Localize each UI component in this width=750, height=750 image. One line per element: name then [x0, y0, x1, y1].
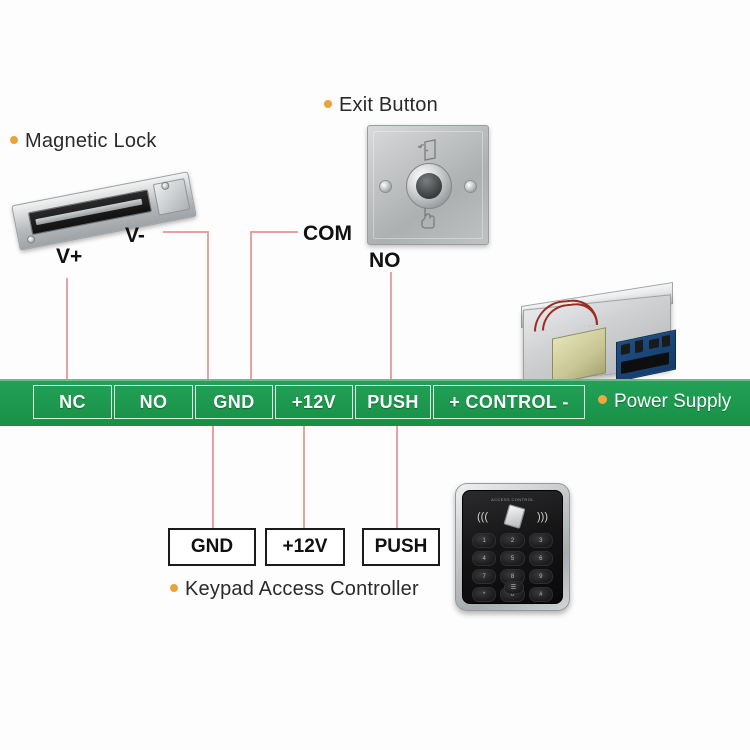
keypad-brand-text: ACCESS CONTROL [491, 497, 534, 502]
keypad-key[interactable]: 9 [528, 569, 553, 584]
keypad-key[interactable]: 2 [500, 533, 525, 548]
bullet-icon [598, 395, 607, 405]
wire-com-to-12v [250, 231, 252, 382]
terminal-strip: NC NO GND +12V PUSH + CONTROL - Power Su… [0, 379, 750, 426]
hand-press-icon [417, 206, 439, 235]
circuit-board [616, 329, 676, 383]
keypad-key[interactable]: 6 [528, 551, 553, 566]
terminal-push[interactable]: PUSH [355, 385, 431, 419]
pcb-component [662, 334, 670, 348]
power-supply-caption: Power Supply [598, 391, 731, 413]
rfid-wave-left-icon: ((( [477, 511, 488, 523]
keypad-key[interactable]: * [472, 587, 497, 602]
rfid-card-icon [502, 504, 526, 529]
wire-no-to-push [390, 272, 392, 382]
label-no: NO [369, 249, 401, 272]
keypad-access-controller-image: ACCESS CONTROL ((( ))) 1 2 3 4 5 6 7 8 9… [455, 483, 570, 611]
wiring-diagram-canvas: Magnetic Lock V+ V- Exit Button COM NO N… [0, 0, 750, 750]
wire-strip-gnd-to-keypad [212, 424, 214, 530]
wire-vplus-to-nc [66, 278, 68, 382]
exit-button-caption: Exit Button [324, 94, 438, 117]
exit-button-knob[interactable] [406, 163, 452, 209]
magnetic-lock-endcap [152, 178, 191, 216]
pcb-terminal-block [621, 352, 669, 375]
exit-button-screw-left [379, 180, 392, 193]
transformer [552, 327, 606, 385]
terminal-12v[interactable]: +12V [275, 385, 353, 419]
keypad-key[interactable]: 1 [472, 533, 497, 548]
keypad-caption-text: Keypad Access Controller [185, 578, 419, 600]
keypad-caption: Keypad Access Controller [170, 578, 419, 601]
terminal-nc[interactable]: NC [33, 385, 112, 419]
pcb-component [621, 343, 630, 356]
label-vminus: V- [125, 224, 145, 247]
pcb-component [635, 339, 643, 354]
keypad-terminal-push[interactable]: PUSH [362, 528, 440, 566]
power-supply-image [513, 281, 683, 385]
wire-strip-push-to-keypad [396, 424, 398, 530]
exit-button-screw-right [464, 180, 477, 193]
terminal-no[interactable]: NO [114, 385, 193, 419]
magnetic-lock-caption: Magnetic Lock [10, 130, 157, 153]
power-supply-caption-text: Power Supply [614, 391, 732, 412]
magnetic-lock-caption-text: Magnetic Lock [25, 130, 157, 152]
keypad-key[interactable]: # [528, 587, 553, 602]
rfid-wave-right-icon: ))) [537, 511, 548, 523]
pcb-component [649, 338, 659, 350]
magnetic-lock-screw [26, 234, 36, 245]
keypad-key[interactable]: 5 [500, 551, 525, 566]
terminal-gnd[interactable]: GND [195, 385, 273, 419]
keypad-face: ACCESS CONTROL ((( ))) 1 2 3 4 5 6 7 8 9… [462, 490, 563, 604]
keypad-key[interactable]: 4 [472, 551, 497, 566]
magnetic-lock-image [8, 160, 208, 255]
keypad-terminal-gnd[interactable]: GND [168, 528, 256, 566]
exit-button-caption-text: Exit Button [339, 94, 438, 116]
label-vplus: V+ [56, 245, 83, 268]
wire-strip-12v-to-keypad [303, 424, 305, 530]
exit-button-image [367, 125, 489, 245]
bullet-icon [170, 583, 178, 592]
keypad-terminal-12v[interactable]: +12V [265, 528, 345, 566]
bullet-icon [324, 99, 332, 108]
label-com: COM [303, 222, 352, 245]
keypad-key[interactable]: 3 [528, 533, 553, 548]
power-supply-case [523, 294, 676, 385]
keypad-home-key[interactable]: ☰ [503, 581, 524, 594]
keypad-key[interactable]: 7 [472, 569, 497, 584]
wire-com-horizontal [250, 231, 298, 233]
magnetic-lock-body [11, 171, 197, 251]
terminal-control[interactable]: + CONTROL - [433, 385, 585, 419]
bullet-icon [10, 135, 18, 144]
